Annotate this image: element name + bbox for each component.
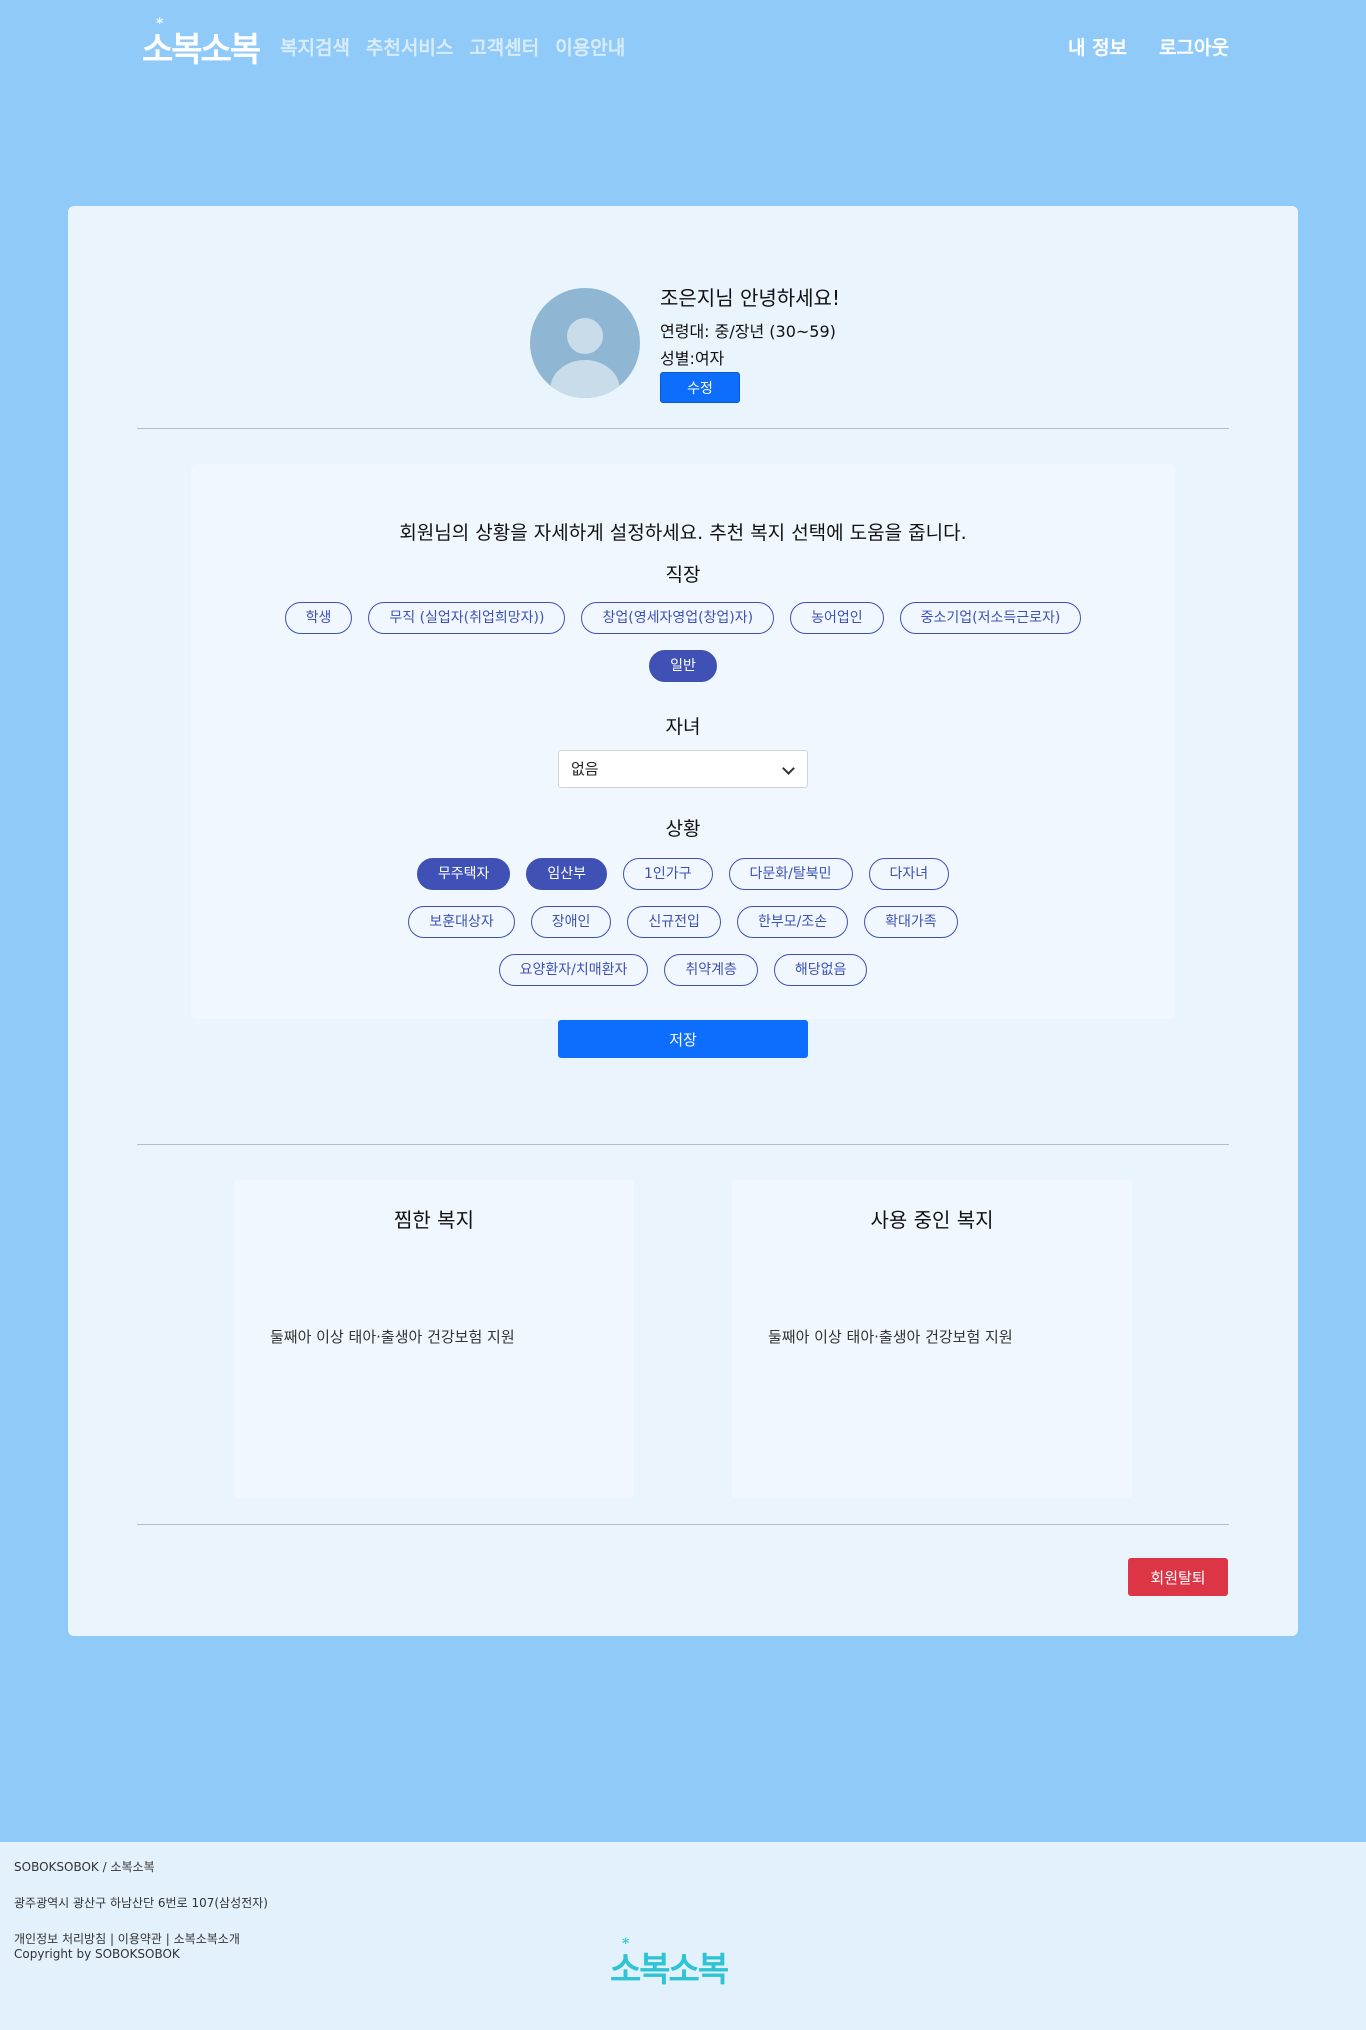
chevron-down-icon bbox=[782, 762, 795, 775]
situation-chip[interactable]: 다자녀 bbox=[868, 858, 950, 890]
job-chip[interactable]: 중소기업(저소득근로자) bbox=[899, 602, 1082, 634]
children-section-title: 자녀 bbox=[665, 716, 701, 738]
mypage-card: 조은지님 안녕하세요! 연령대: 중/장년 (30~59) 성별:여자 수정 회… bbox=[68, 206, 1298, 1636]
situation-chip[interactable]: 해당없음 bbox=[773, 954, 868, 986]
menu-welfare-search[interactable]: 복지검색 bbox=[280, 33, 350, 60]
job-section-title: 직장 bbox=[665, 564, 701, 586]
situation-chip[interactable]: 신규전입 bbox=[627, 906, 721, 938]
brand-logo[interactable]: * 소복소복 bbox=[142, 16, 261, 71]
situation-chip[interactable]: 1인가구 bbox=[622, 858, 713, 890]
profile-age: 연령대: 중/장년 (30~59) bbox=[660, 322, 836, 341]
situation-chip-row: 무주택자 임산부 1인가구 다문화/탈북민 다자녀 bbox=[191, 858, 1175, 890]
situation-chip[interactable]: 다문화/탈북민 bbox=[728, 858, 853, 890]
job-chip[interactable]: 창업(영세자영업(창업)자) bbox=[581, 602, 775, 634]
job-chip-selected[interactable]: 일반 bbox=[649, 650, 717, 682]
avatar bbox=[530, 288, 640, 398]
avatar-body-shape bbox=[550, 360, 620, 398]
situation-settings-panel: 회원님의 상황을 자세하게 설정하세요. 추천 복지 선택에 도움을 줍니다. … bbox=[191, 464, 1175, 1058]
situation-chip[interactable]: 취약계층 bbox=[664, 954, 758, 986]
footer: SOBOKSOBOK / 소복소복 광주광역시 광산구 하남산단 6번로 107… bbox=[0, 1842, 1366, 2030]
footer-links[interactable]: 개인정보 처리방침 | 이용약관 | 소복소복소개 bbox=[14, 1930, 240, 1947]
top-navbar: * 소복소복 복지검색 추천서비스 고객센터 이용안내 내 정보 로그아웃 bbox=[0, 0, 1366, 92]
footer-address: 광주광역시 광산구 하남산단 6번로 107(삼성전자) bbox=[14, 1896, 268, 1910]
job-chip[interactable]: 학생 bbox=[284, 602, 353, 634]
footer-company: SOBOKSOBOK / 소복소복 bbox=[14, 1860, 155, 1874]
job-chip[interactable]: 농어업인 bbox=[790, 602, 884, 634]
footer-logo: * 소복소복 bbox=[610, 1936, 729, 1991]
logout-link[interactable]: 로그아웃 bbox=[1159, 33, 1229, 60]
saved-welfare-box: 찜한 복지 둘째아 이상 태아·출생아 건강보험 지원 bbox=[234, 1180, 634, 1498]
children-select[interactable]: 없음 bbox=[558, 750, 808, 788]
divider bbox=[137, 428, 1229, 429]
withdraw-button[interactable]: 회원탈퇴 bbox=[1128, 1558, 1228, 1596]
situation-chip[interactable]: 장애인 bbox=[530, 906, 612, 938]
children-select-value: 없음 bbox=[571, 760, 599, 778]
menu-customer-center[interactable]: 고객센터 bbox=[469, 33, 539, 60]
footer-logo-star-icon: * bbox=[622, 1936, 629, 1952]
situation-chip[interactable]: 보훈대상자 bbox=[408, 906, 515, 938]
profile-gender: 성별:여자 bbox=[660, 349, 725, 368]
avatar-head-shape bbox=[567, 318, 603, 354]
job-chip-row: 학생 무직 (실업자(취업희망자)) 창업(영세자영업(창업)자) 농어업인 중… bbox=[191, 602, 1175, 634]
account-menu: 내 정보 로그아웃 bbox=[1068, 33, 1229, 60]
profile-section: 조은지님 안녕하세요! 연령대: 중/장년 (30~59) 성별:여자 수정 bbox=[530, 282, 930, 403]
situation-chip[interactable]: 확대가족 bbox=[864, 906, 958, 938]
in-use-welfare-box: 사용 중인 복지 둘째아 이상 태아·출생아 건강보험 지원 bbox=[732, 1180, 1132, 1498]
menu-recommend-service[interactable]: 추천서비스 bbox=[366, 33, 453, 60]
menu-usage-guide[interactable]: 이용안내 bbox=[555, 33, 625, 60]
situation-chip-row: 요양환자/치매환자 취약계층 해당없음 bbox=[191, 954, 1175, 986]
in-use-welfare-item[interactable]: 둘째아 이상 태아·출생아 건강보험 지원 bbox=[768, 1326, 1013, 1347]
divider bbox=[137, 1144, 1229, 1145]
logo-star-icon: * bbox=[156, 16, 163, 32]
situation-chip[interactable]: 요양환자/치매환자 bbox=[498, 954, 649, 986]
main-menu: 복지검색 추천서비스 고객센터 이용안내 bbox=[280, 33, 625, 60]
saved-welfare-item[interactable]: 둘째아 이상 태아·출생아 건강보험 지원 bbox=[270, 1326, 515, 1347]
save-settings-button[interactable]: 저장 bbox=[558, 1020, 808, 1058]
settings-title: 회원님의 상황을 자세하게 설정하세요. 추천 복지 선택에 도움을 줍니다. bbox=[399, 522, 967, 544]
footer-logo-text: 소복소복 bbox=[610, 1950, 729, 1990]
job-chip-row: 일반 bbox=[191, 650, 1175, 682]
divider bbox=[137, 1524, 1229, 1525]
edit-profile-button[interactable]: 수정 bbox=[660, 372, 740, 403]
in-use-welfare-title: 사용 중인 복지 bbox=[870, 1208, 994, 1232]
situation-chip-row: 보훈대상자 장애인 신규전입 한부모/조손 확대가족 bbox=[191, 906, 1175, 938]
profile-greeting: 조은지님 안녕하세요! bbox=[660, 286, 840, 310]
situation-chip[interactable]: 한부모/조손 bbox=[736, 906, 849, 938]
footer-copyright: Copyright by SOBOKSOBOK bbox=[14, 1947, 180, 1961]
situation-section-title: 상황 bbox=[665, 818, 701, 840]
job-chip[interactable]: 무직 (실업자(취업희망자)) bbox=[368, 602, 566, 634]
situation-chip-selected[interactable]: 임산부 bbox=[526, 858, 607, 890]
my-info-link[interactable]: 내 정보 bbox=[1068, 33, 1127, 60]
saved-welfare-title: 찜한 복지 bbox=[394, 1208, 474, 1232]
situation-chip-selected[interactable]: 무주택자 bbox=[416, 858, 511, 890]
logo-text: 소복소복 bbox=[142, 30, 261, 70]
